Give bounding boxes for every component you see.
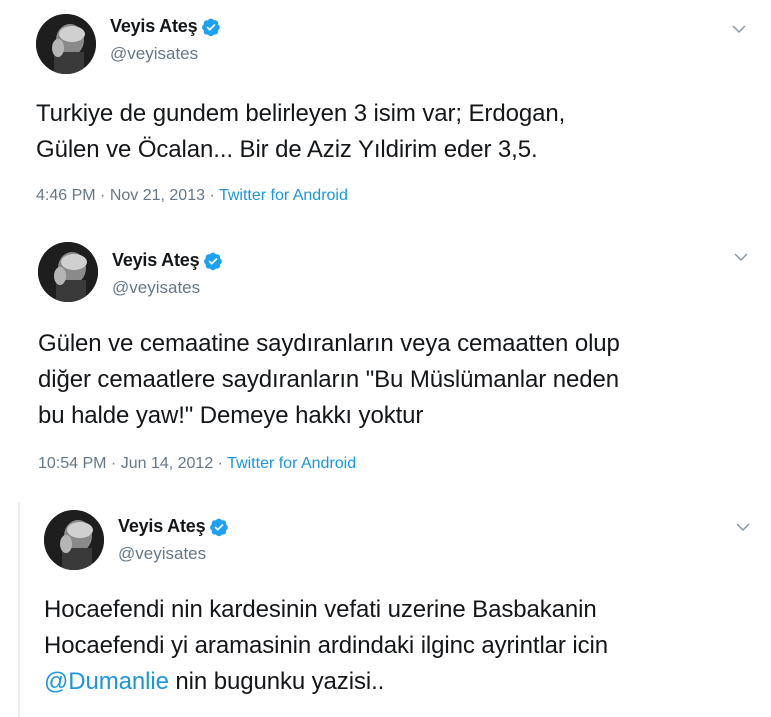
author-name-row[interactable]: Veyis Ateş	[110, 16, 221, 37]
tweet-text-rest: nin bugunku yazisi..	[168, 668, 385, 695]
tweet-time[interactable]: 10:54 PM	[38, 455, 106, 472]
quote-divider	[18, 502, 20, 717]
author-name[interactable]: Veyis Ateş	[118, 516, 206, 537]
meta-separator: ·	[106, 455, 121, 472]
tweet-text: Gülen ve cemaatine saydıranların veya ce…	[38, 330, 620, 429]
tweet-meta: 10:54 PM · Jun 14, 2012 · Twitter for An…	[38, 455, 356, 473]
chevron-down-icon[interactable]	[732, 248, 750, 266]
mention-link[interactable]: @Dumanlie	[44, 668, 169, 695]
tweet-text-line: Hocaefendi nin kardesinin vefati uzerine…	[44, 596, 597, 623]
verified-badge-icon	[202, 18, 221, 36]
avatar[interactable]	[36, 14, 96, 74]
meta-separator: ·	[213, 455, 228, 472]
author-name-row[interactable]: Veyis Ateş	[112, 250, 223, 271]
tweet-text: Hocaefendi nin kardesinin vefati uzerine…	[44, 592, 608, 700]
chevron-down-icon[interactable]	[730, 20, 748, 38]
tweet-date[interactable]: Jun 14, 2012	[121, 455, 214, 472]
chevron-down-icon[interactable]	[734, 518, 752, 536]
verified-badge-icon	[210, 518, 229, 536]
author-handle[interactable]: @veyisates	[112, 278, 200, 298]
tweet-meta: 4:46 PM · Nov 21, 2013 · Twitter for And…	[36, 187, 348, 205]
meta-separator: ·	[95, 187, 110, 204]
tweet-time[interactable]: 4:46 PM	[36, 187, 96, 204]
tweet-date[interactable]: Nov 21, 2013	[110, 187, 205, 204]
meta-separator: ·	[205, 187, 219, 204]
avatar[interactable]	[44, 510, 104, 570]
tweet-text-line: @Dumanlie nin bugunku yazisi..	[44, 664, 608, 700]
author-name[interactable]: Veyis Ateş	[112, 250, 200, 271]
tweet-source-link[interactable]: Twitter for Android	[227, 455, 356, 472]
verified-badge-icon	[204, 252, 223, 270]
tweet-text-line: Hocaefendi yi aramasinin ardindaki ilgin…	[44, 632, 609, 659]
tweet-source-link[interactable]: Twitter for Android	[219, 187, 348, 204]
author-handle[interactable]: @veyisates	[110, 44, 198, 64]
avatar[interactable]	[38, 242, 98, 302]
author-name[interactable]: Veyis Ateş	[110, 16, 198, 37]
tweet-text: Turkiye de gundem belirleyen 3 isim var;…	[36, 100, 566, 163]
author-name-row[interactable]: Veyis Ateş	[118, 516, 229, 537]
author-handle[interactable]: @veyisates	[118, 544, 206, 564]
